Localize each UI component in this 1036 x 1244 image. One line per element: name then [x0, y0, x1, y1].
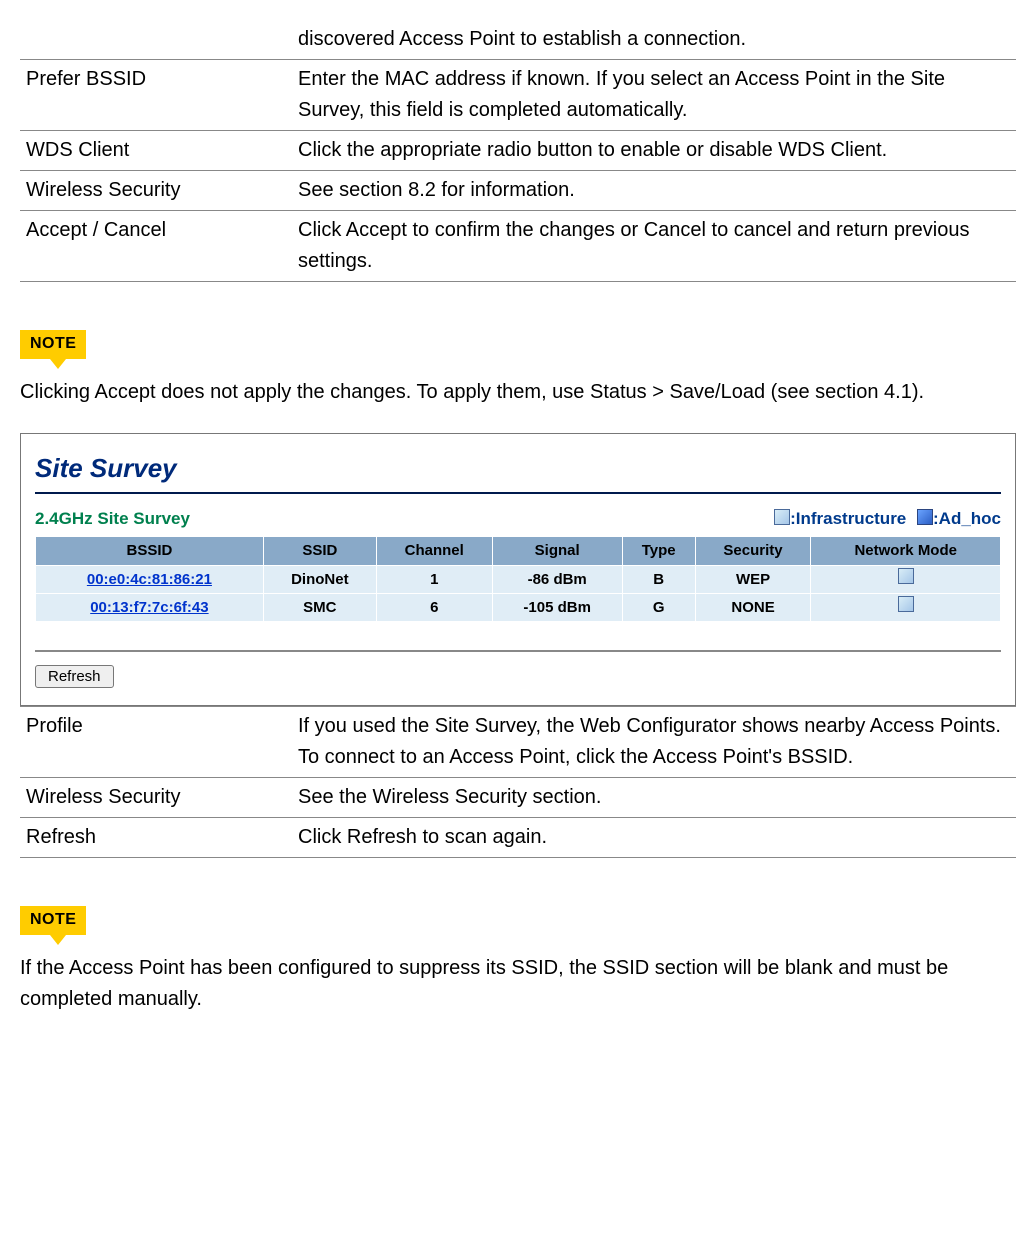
col-bssid: BSSID — [36, 537, 264, 565]
refresh-button[interactable]: Refresh — [35, 665, 114, 688]
note-text: Clicking Accept does not apply the chang… — [20, 377, 1016, 408]
site-survey-subtitle: 2.4GHz Site Survey — [35, 506, 190, 532]
cell-ssid: DinoNet — [263, 565, 376, 593]
col-security: Security — [695, 537, 811, 565]
cell-signal: -105 dBm — [492, 593, 622, 621]
def-term: Accept / Cancel — [20, 211, 292, 282]
cell-signal: -86 dBm — [492, 565, 622, 593]
legend-adhoc-label: :Ad_hoc — [933, 509, 1001, 528]
col-signal: Signal — [492, 537, 622, 565]
def-desc: discovered Access Point to establish a c… — [292, 20, 1016, 60]
table-row: 00:e0:4c:81:86:21 DinoNet 1 -86 dBm B WE… — [36, 565, 1001, 593]
cell-mode — [811, 565, 1001, 593]
def-desc: Click Accept to confirm the changes or C… — [292, 211, 1016, 282]
site-survey-table: BSSID SSID Channel Signal Type Security … — [35, 536, 1001, 622]
col-ssid: SSID — [263, 537, 376, 565]
divider — [35, 650, 1001, 652]
def-term — [20, 20, 292, 60]
site-survey-legend-row: 2.4GHz Site Survey :Infrastructure :Ad_h… — [35, 506, 1001, 532]
def-term: Prefer BSSID — [20, 60, 292, 131]
infrastructure-icon — [774, 509, 790, 525]
cell-channel: 1 — [376, 565, 492, 593]
table-row: 00:13:f7:7c:6f:43 SMC 6 -105 dBm G NONE — [36, 593, 1001, 621]
col-type: Type — [622, 537, 695, 565]
bssid-link[interactable]: 00:e0:4c:81:86:21 — [36, 565, 264, 593]
def-desc: Click Refresh to scan again. — [292, 818, 1016, 858]
note-icon: NOTE — [20, 330, 86, 359]
cell-type: G — [622, 593, 695, 621]
def-term: Refresh — [20, 818, 292, 858]
definitions-table-1: discovered Access Point to establish a c… — [20, 20, 1016, 282]
bssid-link[interactable]: 00:13:f7:7c:6f:43 — [36, 593, 264, 621]
note-text: If the Access Point has been configured … — [20, 953, 1016, 1015]
cell-mode — [811, 593, 1001, 621]
def-term: Wireless Security — [20, 171, 292, 211]
def-term: Wireless Security — [20, 778, 292, 818]
adhoc-icon — [917, 509, 933, 525]
def-desc: Enter the MAC address if known. If you s… — [292, 60, 1016, 131]
note-pointer-icon — [50, 359, 66, 369]
note-badge-block: NOTE — [20, 903, 86, 945]
def-desc: See the Wireless Security section. — [292, 778, 1016, 818]
note-icon: NOTE — [20, 906, 86, 935]
cell-channel: 6 — [376, 593, 492, 621]
def-desc: Click the appropriate radio button to en… — [292, 131, 1016, 171]
note-pointer-icon — [50, 935, 66, 945]
site-survey-title: Site Survey — [35, 448, 1001, 494]
legend-right: :Infrastructure :Ad_hoc — [768, 506, 1001, 532]
col-mode: Network Mode — [811, 537, 1001, 565]
infrastructure-icon — [898, 596, 914, 612]
infrastructure-icon — [898, 568, 914, 584]
def-desc: See section 8.2 for information. — [292, 171, 1016, 211]
def-desc: If you used the Site Survey, the Web Con… — [292, 707, 1016, 778]
def-term: Profile — [20, 707, 292, 778]
note-badge-block: NOTE — [20, 327, 86, 369]
table-header-row: BSSID SSID Channel Signal Type Security … — [36, 537, 1001, 565]
cell-ssid: SMC — [263, 593, 376, 621]
col-channel: Channel — [376, 537, 492, 565]
definitions-table-2: Profile If you used the Site Survey, the… — [20, 706, 1016, 858]
cell-type: B — [622, 565, 695, 593]
legend-infra-label: :Infrastructure — [790, 509, 906, 528]
cell-security: WEP — [695, 565, 811, 593]
cell-security: NONE — [695, 593, 811, 621]
site-survey-panel: Site Survey 2.4GHz Site Survey :Infrastr… — [20, 433, 1016, 706]
def-term: WDS Client — [20, 131, 292, 171]
